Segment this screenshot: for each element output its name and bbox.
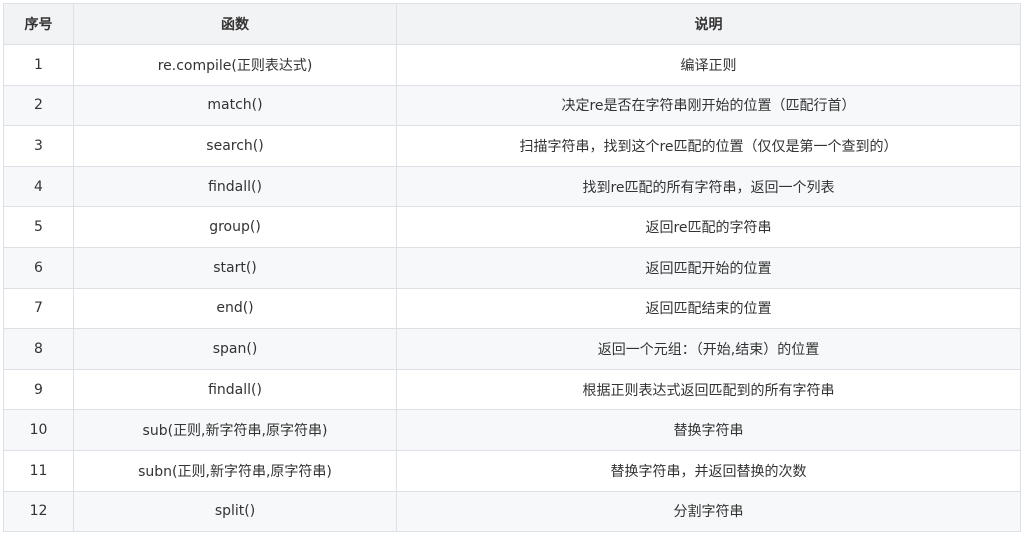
cell-index: 4: [3, 165, 74, 208]
cell-index: 8: [3, 328, 74, 370]
header-row: 序号 函数 说明: [3, 3, 1021, 45]
cell-function: start(): [73, 246, 397, 289]
cell-function: sub(正则,新字符串,原字符串): [73, 409, 397, 451]
cell-index: 11: [3, 449, 74, 492]
cell-function: search(): [73, 125, 397, 167]
table-row: 9 findall() 根据正则表达式返回匹配到的所有字符串: [3, 368, 1021, 411]
cell-index: 10: [3, 409, 74, 451]
cell-description: 分割字符串: [396, 490, 1021, 533]
cell-function: split(): [73, 490, 397, 533]
table-body: 1 re.compile(正则表达式) 编译正则 2 match() 决定re是…: [3, 44, 1021, 533]
header-index: 序号: [3, 3, 74, 45]
cell-function: re.compile(正则表达式): [73, 44, 397, 86]
cell-index: 12: [3, 490, 74, 533]
cell-description: 编译正则: [396, 44, 1021, 86]
header-description: 说明: [396, 3, 1021, 45]
header-function: 函数: [73, 3, 397, 45]
cell-description: 根据正则表达式返回匹配到的所有字符串: [396, 368, 1021, 411]
table-row: 5 group() 返回re匹配的字符串: [3, 206, 1021, 248]
cell-index: 1: [3, 44, 74, 86]
table-row: 1 re.compile(正则表达式) 编译正则: [3, 44, 1021, 86]
cell-index: 7: [3, 287, 74, 330]
cell-index: 2: [3, 84, 74, 127]
cell-function: subn(正则,新字符串,原字符串): [73, 449, 397, 492]
regex-function-table: 序号 函数 说明 1 re.compile(正则表达式) 编译正则 2 matc…: [3, 3, 1021, 533]
table-row: 4 findall() 找到re匹配的所有字符串，返回一个列表: [3, 165, 1021, 208]
cell-index: 6: [3, 246, 74, 289]
cell-description: 扫描字符串，找到这个re匹配的位置（仅仅是第一个查到的）: [396, 125, 1021, 167]
cell-description: 返回re匹配的字符串: [396, 206, 1021, 248]
cell-description: 返回匹配结束的位置: [396, 287, 1021, 330]
table-row: 7 end() 返回匹配结束的位置: [3, 287, 1021, 330]
cell-description: 替换字符串: [396, 409, 1021, 451]
table-header: 序号 函数 说明: [3, 3, 1021, 45]
table-row: 11 subn(正则,新字符串,原字符串) 替换字符串，并返回替换的次数: [3, 449, 1021, 492]
regex-function-table-container: 序号 函数 说明 1 re.compile(正则表达式) 编译正则 2 matc…: [3, 3, 1021, 533]
cell-description: 找到re匹配的所有字符串，返回一个列表: [396, 165, 1021, 208]
table-row: 10 sub(正则,新字符串,原字符串) 替换字符串: [3, 409, 1021, 451]
cell-function: group(): [73, 206, 397, 248]
cell-function: findall(): [73, 368, 397, 411]
cell-function: span(): [73, 328, 397, 370]
table-row: 12 split() 分割字符串: [3, 490, 1021, 533]
table-row: 8 span() 返回一个元组：（开始,结束）的位置: [3, 328, 1021, 370]
cell-index: 9: [3, 368, 74, 411]
cell-function: match(): [73, 84, 397, 127]
table-row: 6 start() 返回匹配开始的位置: [3, 246, 1021, 289]
cell-function: findall(): [73, 165, 397, 208]
cell-description: 返回匹配开始的位置: [396, 246, 1021, 289]
cell-function: end(): [73, 287, 397, 330]
table-row: 3 search() 扫描字符串，找到这个re匹配的位置（仅仅是第一个查到的）: [3, 125, 1021, 167]
cell-description: 替换字符串，并返回替换的次数: [396, 449, 1021, 492]
cell-description: 返回一个元组：（开始,结束）的位置: [396, 328, 1021, 370]
cell-description: 决定re是否在字符串刚开始的位置（匹配行首）: [396, 84, 1021, 127]
table-row: 2 match() 决定re是否在字符串刚开始的位置（匹配行首）: [3, 84, 1021, 127]
cell-index: 5: [3, 206, 74, 248]
cell-index: 3: [3, 125, 74, 167]
